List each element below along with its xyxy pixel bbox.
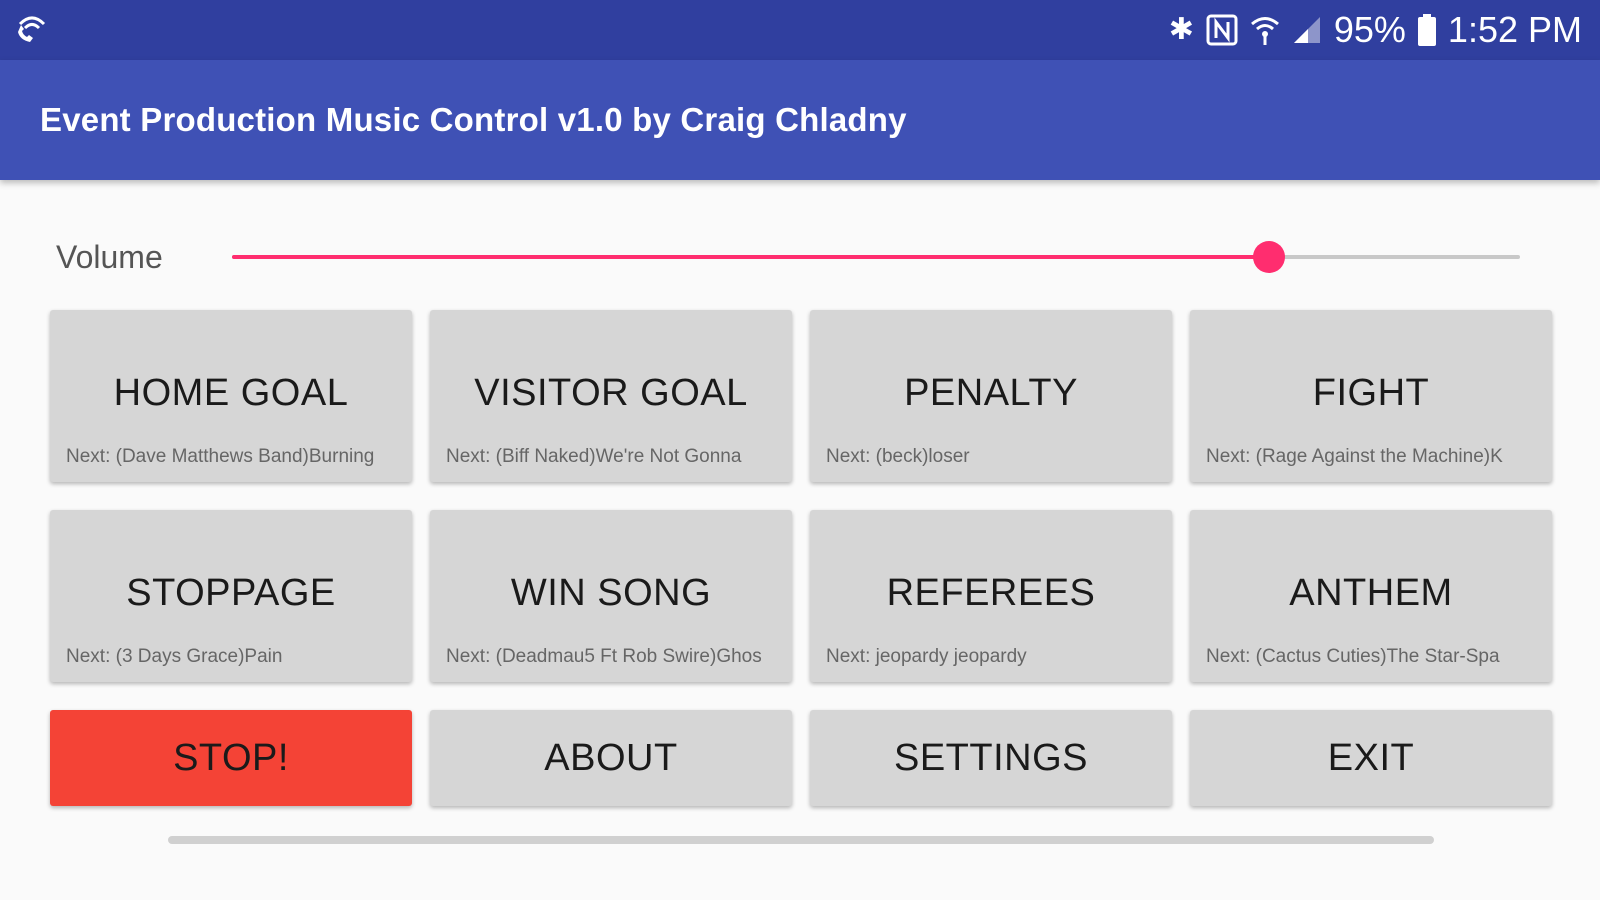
penalty-button[interactable]: PENALTY Next: (beck)loser <box>810 310 1172 482</box>
home-goal-button[interactable]: HOME GOAL Next: (Dave Matthews Band)Burn… <box>50 310 412 482</box>
button-title: ANTHEM <box>1289 572 1453 614</box>
button-title: VISITOR GOAL <box>474 372 748 414</box>
nfc-icon <box>1206 14 1238 46</box>
volume-label: Volume <box>56 238 163 275</box>
button-title: FIGHT <box>1312 372 1430 414</box>
fight-button[interactable]: FIGHT Next: (Rage Against the Machine)K <box>1190 310 1552 482</box>
battery-percent: 95% <box>1333 9 1406 50</box>
referees-button[interactable]: REFEREES Next: jeopardy jeopardy <box>810 510 1172 682</box>
button-title: WIN SONG <box>510 572 712 614</box>
next-song-label: Next: (Deadmau5 Ft Rob Swire)Ghos <box>446 646 762 667</box>
next-song-label: Next: (Cactus Cuties)The Star-Spa <box>1206 646 1500 667</box>
clock: 1:52 PM <box>1447 9 1582 50</box>
volume-slider[interactable] <box>232 241 1520 273</box>
volume-slider-fill <box>232 255 1269 259</box>
win-song-button[interactable]: WIN SONG Next: (Deadmau5 Ft Rob Swire)Gh… <box>430 510 792 682</box>
anthem-button[interactable]: ANTHEM Next: (Cactus Cuties)The Star-Spa <box>1190 510 1552 682</box>
button-title: PENALTY <box>904 372 1078 414</box>
about-button[interactable]: ABOUT <box>430 710 792 806</box>
signal-icon <box>1292 15 1322 45</box>
scroll-indicator <box>168 836 1434 844</box>
action-button-row: STOP! ABOUT SETTINGS EXIT <box>50 710 1552 806</box>
next-song-label: Next: (3 Days Grace)Pain <box>66 646 283 667</box>
button-title: HOME GOAL <box>113 372 349 414</box>
visitor-goal-button[interactable]: VISITOR GOAL Next: (Biff Naked)We're Not… <box>430 310 792 482</box>
stoppage-button[interactable]: STOPPAGE Next: (3 Days Grace)Pain <box>50 510 412 682</box>
music-button-grid: HOME GOAL Next: (Dave Matthews Band)Burn… <box>50 310 1552 682</box>
next-song-label: Next: (Biff Naked)We're Not Gonna <box>446 446 742 467</box>
status-icons: ✱ 95% 1:52 PM <box>1169 9 1582 51</box>
next-song-label: Next: (beck)loser <box>826 446 970 467</box>
next-song-label: Next: (Rage Against the Machine)K <box>1206 446 1503 467</box>
app-bar: Event Production Music Control v1.0 by C… <box>0 60 1600 180</box>
bluetooth-icon: ✱ <box>1168 13 1194 46</box>
next-song-label: Next: (Dave Matthews Band)Burning <box>66 446 375 467</box>
wifi-icon <box>1250 14 1280 46</box>
next-song-label: Next: jeopardy jeopardy <box>826 646 1027 667</box>
wifi-call-icon <box>14 10 50 51</box>
app-title: Event Production Music Control v1.0 by C… <box>40 101 907 138</box>
exit-button[interactable]: EXIT <box>1190 710 1552 806</box>
settings-button[interactable]: SETTINGS <box>810 710 1172 806</box>
volume-row: Volume <box>56 232 1520 282</box>
battery-icon <box>1417 14 1436 46</box>
button-title: STOPPAGE <box>126 572 336 614</box>
stop-button[interactable]: STOP! <box>50 710 412 806</box>
status-bar: ✱ 95% 1:52 PM <box>0 0 1600 60</box>
volume-slider-thumb[interactable] <box>1252 241 1285 273</box>
button-title: REFEREES <box>886 572 1096 614</box>
